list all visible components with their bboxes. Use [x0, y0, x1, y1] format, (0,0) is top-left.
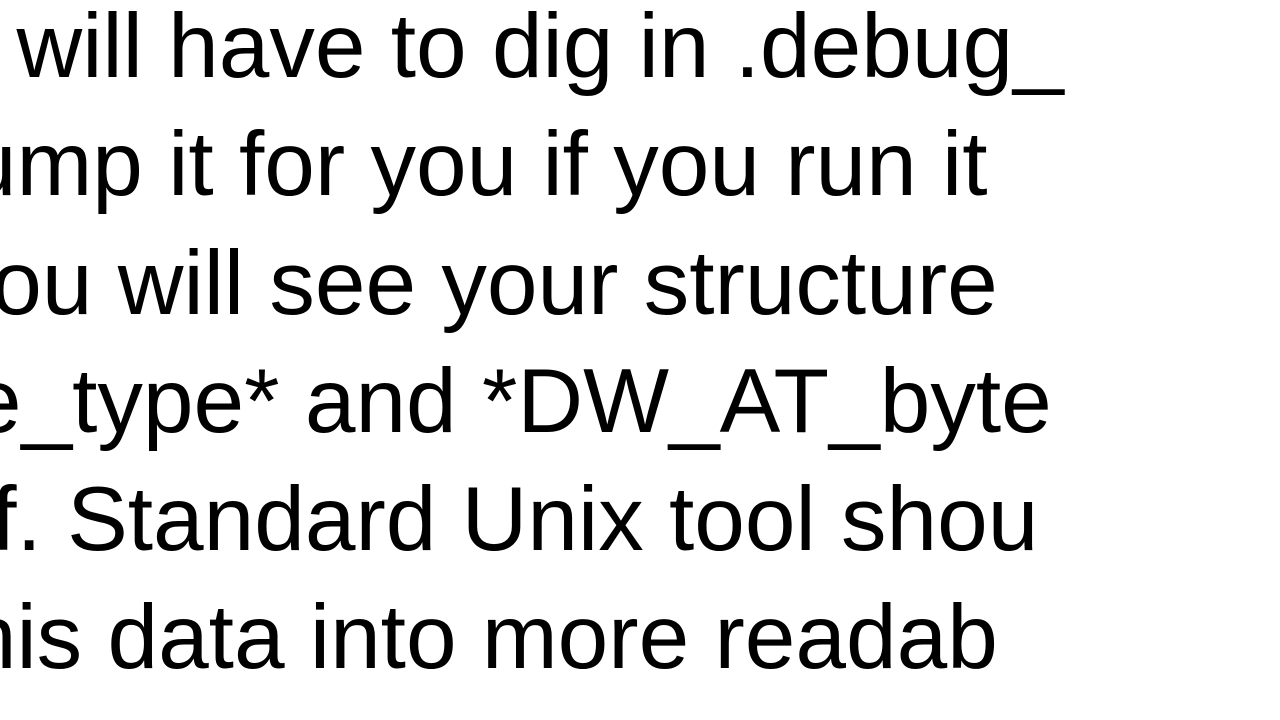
text-line: dump it for you if you run it — [0, 114, 988, 215]
text-line: ure_type* and *DW_AT_byte — [0, 351, 1052, 452]
text-line: t this data into more readab — [0, 587, 998, 688]
text-line: ou will have to dig in .debug_ — [0, 0, 1064, 97]
text-line: eof. Standard Unix tool shou — [0, 469, 1038, 570]
text-line: . You will see your structure — [0, 233, 998, 334]
body-text-fragment: ou will have to dig in .debug_ dump it f… — [0, 0, 1064, 698]
